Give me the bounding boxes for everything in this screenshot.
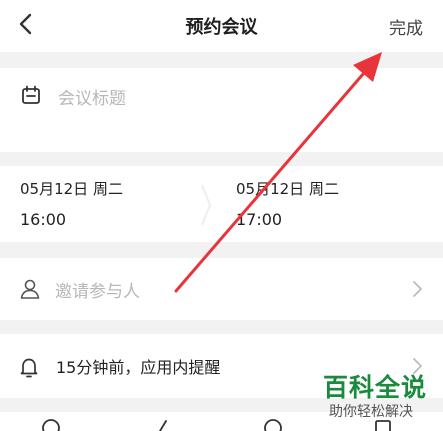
meeting-time-section: 05月12日 周二 16:00 05月12日 周二 17:00: [0, 166, 443, 242]
end-time[interactable]: 17:00: [236, 210, 282, 229]
page-title: 预约会议: [185, 17, 258, 38]
watermark-title: 百科全说: [323, 373, 428, 402]
done-button[interactable]: 完成: [389, 14, 423, 39]
meeting-title-input[interactable]: 会议标题: [58, 84, 126, 109]
toolbar-pen-icon[interactable]: [152, 415, 174, 431]
chevron-right-icon: [413, 281, 422, 297]
start-date[interactable]: 05月12日 周二: [20, 178, 123, 199]
invite-participants-row[interactable]: 邀请参与人: [0, 258, 443, 320]
watermark-subtitle: 助你轻松解决: [329, 404, 413, 420]
top-navigation-bar: 预约会议 完成: [0, 0, 443, 52]
toolbar-circle-icon[interactable]: [40, 415, 62, 431]
start-time[interactable]: 16:00: [20, 210, 66, 229]
reminder-label: 15分钟前，应用内提醒: [56, 358, 221, 377]
invite-participants-label: 邀请参与人: [55, 282, 140, 302]
watermark-logo: 百科全说 助你轻松解决: [319, 368, 431, 424]
bell-icon: [20, 358, 38, 378]
time-separator-icon: [201, 184, 211, 226]
user-icon: [20, 279, 40, 299]
end-date[interactable]: 05月12日 周二: [236, 178, 339, 199]
calendar-icon: [22, 85, 40, 104]
toolbar-circle-icon[interactable]: [262, 415, 284, 431]
meeting-title-section[interactable]: 会议标题: [0, 68, 443, 152]
